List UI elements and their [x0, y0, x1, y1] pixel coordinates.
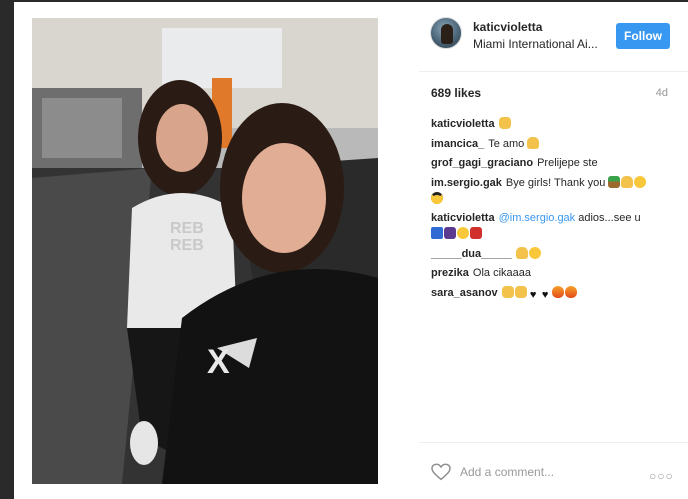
post-photo[interactable]: REB REB X	[32, 18, 378, 484]
comment-username[interactable]: im.sergio.gak	[431, 177, 502, 189]
comment-text: adios...see u	[575, 212, 641, 224]
clap-emoji-icon	[501, 285, 514, 298]
comment-text: Ola cikaaaa	[472, 267, 532, 279]
post-header: katicvioletta Miami International Ai... …	[419, 2, 688, 72]
comment-username[interactable]: _____dua_____	[431, 248, 512, 260]
svg-text:X: X	[207, 343, 230, 381]
comments-list: katicvioletta imancica_ Te amo grof_gagi_…	[431, 116, 681, 304]
palm-tree-emoji-icon	[608, 175, 621, 188]
more-options-icon[interactable]: ○○○	[649, 469, 674, 483]
hug-emoji-icon	[634, 175, 647, 188]
smile-emoji-icon	[457, 227, 469, 239]
add-comment-input[interactable]	[460, 462, 640, 482]
black-heart-emoji-icon: ♥	[541, 288, 549, 301]
clap-emoji-icon	[514, 285, 527, 298]
post-sidebar: katicvioletta Miami International Ai... …	[419, 2, 688, 499]
avatar-figure	[441, 24, 453, 44]
post-photo-image: REB REB X	[32, 18, 378, 484]
ok-hand-emoji-icon	[515, 246, 528, 259]
like-heart-icon[interactable]	[431, 463, 451, 481]
comment-text: Bye girls! Thank you	[505, 176, 606, 189]
svg-text:REB: REB	[170, 237, 204, 254]
smile-emoji-icon	[528, 246, 541, 259]
clap-emoji-icon	[498, 117, 511, 129]
comment-item: _____dua_____	[431, 246, 681, 262]
comment-item: katicvioletta	[431, 116, 681, 132]
comment-text: Te amo	[488, 137, 525, 150]
fire-emoji-icon	[551, 285, 564, 298]
comment-item: imancica_ Te amo	[431, 136, 681, 152]
comment-item: grof_gagi_graciano Prelijepe ste	[431, 155, 681, 171]
ok-hand-emoji-icon	[621, 175, 634, 188]
comment-username[interactable]: prezika	[431, 267, 469, 279]
fire-emoji-icon	[564, 285, 577, 298]
ok-hand-emoji-icon	[527, 136, 540, 149]
location-link[interactable]: Miami International Ai...	[473, 37, 601, 51]
comment-username[interactable]: imancica_	[431, 138, 484, 150]
comment-mention-link[interactable]: @im.sergio.gak	[499, 212, 576, 224]
comment-username[interactable]: katicvioletta	[431, 212, 495, 224]
black-heart-emoji-icon: ♥	[529, 288, 537, 301]
avatar[interactable]	[430, 17, 462, 49]
comment-item: katicvioletta @im.sergio.gak adios...see …	[431, 210, 681, 242]
comment-item: prezika Ola cikaaaa	[431, 265, 681, 281]
comment-text: Prelijepe ste	[537, 157, 598, 169]
comment-footer: ○○○	[419, 442, 688, 499]
comment-item: sara_asanov ♥ ♥	[431, 285, 681, 301]
comment-item: im.sergio.gak Bye girls! Thank you	[431, 175, 681, 207]
post-modal: REB REB X katicvioletta Miami Internatio…	[14, 2, 688, 499]
cool-emoji-icon	[431, 191, 443, 204]
follow-button[interactable]: Follow	[616, 23, 670, 49]
dancer-emoji-icon	[470, 227, 482, 239]
post-age[interactable]: 4d	[656, 87, 668, 99]
comment-username[interactable]: katicvioletta	[431, 118, 495, 130]
woman-emoji-icon	[444, 227, 456, 239]
abc-emoji-icon	[431, 227, 443, 239]
username-link[interactable]: katicvioletta	[473, 20, 542, 34]
svg-text:REB: REB	[170, 220, 204, 237]
comment-username[interactable]: sara_asanov	[431, 287, 498, 299]
likes-count[interactable]: 689 likes	[431, 86, 481, 100]
comment-username[interactable]: grof_gagi_graciano	[431, 157, 533, 169]
